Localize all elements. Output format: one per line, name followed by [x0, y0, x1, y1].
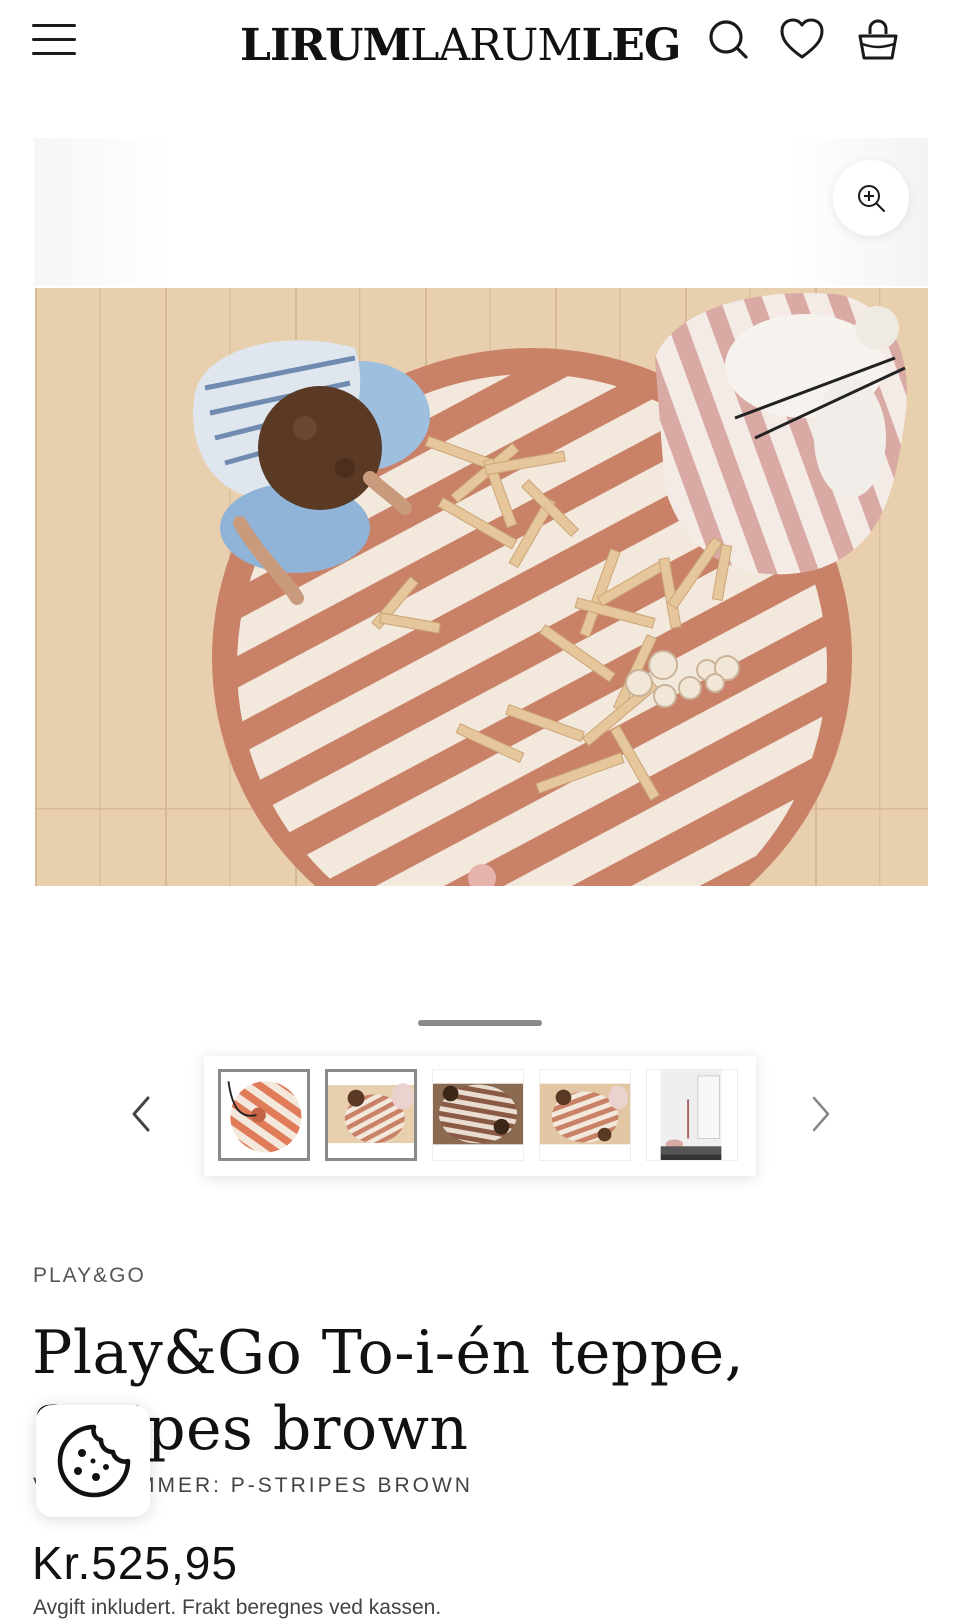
chevron-left-icon[interactable]: [124, 1092, 164, 1136]
zoom-in-icon: [858, 185, 885, 212]
thumbnail-4[interactable]: [539, 1069, 631, 1161]
tax-shipping-note: Avgift inkludert. Frakt beregnes ved kas…: [33, 1596, 442, 1619]
heart-icon[interactable]: [778, 16, 826, 64]
product-main-image[interactable]: [35, 288, 928, 886]
search-icon[interactable]: [704, 16, 752, 64]
logo-part-3: LEG: [581, 20, 681, 71]
cookie-settings-button[interactable]: [36, 1405, 150, 1517]
product-title: Play&Go To-i-én teppe, Stripes brown: [32, 1318, 745, 1464]
cookie-icon: [57, 1424, 131, 1498]
zoom-button[interactable]: [833, 160, 909, 236]
site-header: LIRUMLARUMLEG: [0, 0, 960, 90]
menu-icon[interactable]: [32, 24, 76, 58]
logo-part-1: LIRUM: [240, 20, 411, 71]
thumbnail-5[interactable]: [646, 1069, 738, 1161]
chevron-right-icon[interactable]: [798, 1092, 838, 1136]
store-logo[interactable]: LIRUMLARUMLEG: [240, 16, 682, 76]
product-price: Kr.525,95: [32, 1537, 238, 1589]
product-brand[interactable]: PLAY&GO: [33, 1264, 146, 1288]
thumbnail-3[interactable]: [432, 1069, 524, 1161]
gallery-scroll-indicator[interactable]: [418, 1020, 542, 1026]
thumbnail-2[interactable]: [325, 1069, 417, 1161]
thumbnail-1[interactable]: [218, 1069, 310, 1161]
logo-part-2: LARUM: [410, 20, 582, 71]
bag-icon[interactable]: [854, 16, 902, 64]
gallery-backdrop: [34, 138, 928, 286]
